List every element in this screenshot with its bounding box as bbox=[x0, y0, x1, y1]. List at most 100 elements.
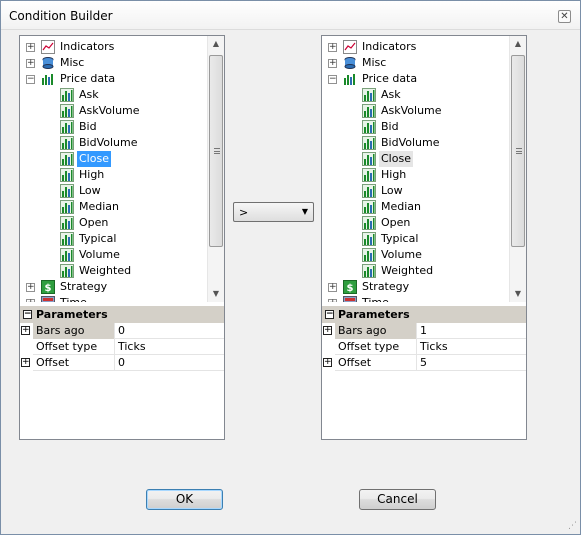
parameters-header[interactable]: − Parameters bbox=[20, 306, 224, 323]
right-tree-scrollbar[interactable]: ▲ ▼ bbox=[509, 36, 526, 302]
title-bar[interactable]: Condition Builder ✕ bbox=[1, 1, 580, 30]
collapse-icon[interactable]: − bbox=[325, 310, 334, 319]
tree-item-typical[interactable]: Typical bbox=[20, 231, 205, 247]
parameter-value[interactable]: 1 bbox=[417, 323, 427, 339]
expand-icon[interactable]: + bbox=[21, 326, 30, 335]
tree-item-median[interactable]: Median bbox=[322, 199, 507, 215]
series-icon bbox=[362, 264, 376, 278]
series-icon bbox=[362, 136, 376, 150]
tree-item-label: Median bbox=[79, 200, 120, 213]
expand-icon[interactable]: + bbox=[328, 299, 337, 302]
parameters-header[interactable]: − Parameters bbox=[322, 306, 526, 323]
tree-item-ask[interactable]: Ask bbox=[20, 87, 205, 103]
expand-icon[interactable]: + bbox=[26, 283, 35, 292]
tree-item-median[interactable]: Median bbox=[20, 199, 205, 215]
tree-item-label: Low bbox=[79, 184, 101, 197]
tree-item-bidvolume[interactable]: BidVolume bbox=[20, 135, 205, 151]
tree-item-low[interactable]: Low bbox=[322, 183, 507, 199]
tree-item-close[interactable]: Close bbox=[322, 151, 507, 167]
expand-icon[interactable]: + bbox=[26, 299, 35, 302]
tree-item-misc[interactable]: + Misc bbox=[322, 55, 507, 71]
tree-item-label: Close bbox=[379, 151, 413, 167]
tree-item-label: Strategy bbox=[60, 280, 108, 293]
expand-icon[interactable]: + bbox=[26, 59, 35, 68]
tree-item-open[interactable]: Open bbox=[20, 215, 205, 231]
parameter-name: Offset type bbox=[335, 339, 417, 355]
expand-icon[interactable]: + bbox=[328, 43, 337, 52]
tree-item-bidvolume[interactable]: BidVolume bbox=[322, 135, 507, 151]
collapse-icon[interactable]: − bbox=[328, 75, 337, 84]
window-title: Condition Builder bbox=[9, 9, 113, 23]
parameter-value[interactable]: 0 bbox=[115, 323, 125, 339]
parameter-value[interactable]: Ticks bbox=[417, 339, 448, 355]
tree-item-askvolume[interactable]: AskVolume bbox=[322, 103, 507, 119]
series-icon bbox=[60, 200, 74, 214]
scroll-down-icon[interactable]: ▼ bbox=[208, 286, 224, 302]
expand-icon[interactable]: + bbox=[21, 358, 30, 367]
tree-item-label: High bbox=[381, 168, 407, 181]
parameter-row-bars-ago[interactable]: + Bars ago 1 bbox=[322, 323, 526, 339]
parameter-row-offset[interactable]: + Offset 5 bbox=[322, 355, 526, 371]
tree-item-weighted[interactable]: Weighted bbox=[322, 263, 507, 279]
scroll-up-icon[interactable]: ▲ bbox=[208, 36, 224, 52]
tree-item-ask[interactable]: Ask bbox=[322, 87, 507, 103]
scroll-down-icon[interactable]: ▼ bbox=[510, 286, 526, 302]
expand-icon[interactable]: + bbox=[328, 59, 337, 68]
scroll-thumb[interactable] bbox=[511, 55, 525, 247]
expand-icon[interactable]: + bbox=[323, 326, 332, 335]
tree-item-label: Weighted bbox=[381, 264, 434, 277]
tree-item-strategy[interactable]: + $ Strategy bbox=[322, 279, 507, 295]
tree-item-bid[interactable]: Bid bbox=[322, 119, 507, 135]
cancel-button[interactable]: Cancel bbox=[359, 489, 436, 510]
ok-button[interactable]: OK bbox=[146, 489, 223, 510]
tree-item-indicators[interactable]: + Indicators bbox=[20, 39, 205, 55]
collapse-icon[interactable]: − bbox=[26, 75, 35, 84]
expand-icon[interactable]: + bbox=[323, 358, 332, 367]
tree-item-label: Weighted bbox=[79, 264, 132, 277]
resize-grip-icon[interactable]: ⋰ bbox=[568, 521, 577, 531]
parameter-value[interactable]: 0 bbox=[115, 355, 125, 371]
parameter-row-bars-ago[interactable]: + Bars ago 0 bbox=[20, 323, 224, 339]
scroll-up-icon[interactable]: ▲ bbox=[510, 36, 526, 52]
parameter-value[interactable]: 5 bbox=[417, 355, 427, 371]
tree-item-high[interactable]: High bbox=[20, 167, 205, 183]
parameter-row-offset[interactable]: + Offset 0 bbox=[20, 355, 224, 371]
tree-item-weighted[interactable]: Weighted bbox=[20, 263, 205, 279]
tree-item-open[interactable]: Open bbox=[322, 215, 507, 231]
left-tree: + Indicators + Misc − Price data Ask AskVolume B… bbox=[20, 36, 224, 302]
tree-item-time[interactable]: + Time bbox=[20, 295, 205, 302]
tree-item-bid[interactable]: Bid bbox=[20, 119, 205, 135]
operator-dropdown[interactable]: > ▼ bbox=[233, 202, 314, 222]
svg-text:$: $ bbox=[347, 283, 354, 294]
expand-icon[interactable]: + bbox=[26, 43, 35, 52]
parameter-row-offset-type[interactable]: Offset type Ticks bbox=[20, 339, 224, 355]
tree-item-indicators[interactable]: + Indicators bbox=[322, 39, 507, 55]
series-icon bbox=[60, 168, 74, 182]
tree-item-misc[interactable]: + Misc bbox=[20, 55, 205, 71]
parameter-value[interactable]: Ticks bbox=[115, 339, 146, 355]
tree-item-typical[interactable]: Typical bbox=[322, 231, 507, 247]
series-icon bbox=[60, 264, 74, 278]
tree-item-label: Time bbox=[58, 295, 89, 302]
tree-item-close[interactable]: Close bbox=[20, 151, 205, 167]
series-icon bbox=[60, 104, 74, 118]
tree-item-askvolume[interactable]: AskVolume bbox=[20, 103, 205, 119]
tree-item-time[interactable]: + Time bbox=[322, 295, 507, 302]
tree-item-label: Ask bbox=[79, 88, 99, 101]
tree-item-low[interactable]: Low bbox=[20, 183, 205, 199]
close-button[interactable]: ✕ bbox=[558, 10, 571, 23]
tree-item-volume[interactable]: Volume bbox=[322, 247, 507, 263]
misc-icon bbox=[343, 56, 357, 70]
scroll-thumb[interactable] bbox=[209, 55, 223, 247]
tree-item-price-data[interactable]: − Price data bbox=[20, 71, 205, 87]
parameters-title: Parameters bbox=[36, 308, 108, 321]
collapse-icon[interactable]: − bbox=[23, 310, 32, 319]
tree-item-volume[interactable]: Volume bbox=[20, 247, 205, 263]
expand-icon[interactable]: + bbox=[328, 283, 337, 292]
left-tree-scrollbar[interactable]: ▲ ▼ bbox=[207, 36, 224, 302]
tree-item-high[interactable]: High bbox=[322, 167, 507, 183]
tree-item-label: Ask bbox=[381, 88, 401, 101]
tree-item-strategy[interactable]: + $ Strategy bbox=[20, 279, 205, 295]
tree-item-price-data[interactable]: − Price data bbox=[322, 71, 507, 87]
parameter-row-offset-type[interactable]: Offset type Ticks bbox=[322, 339, 526, 355]
